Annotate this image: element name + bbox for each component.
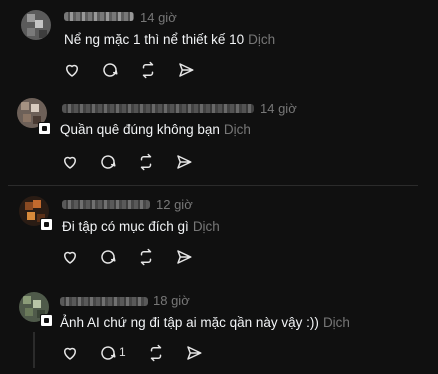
- translate-link[interactable]: Dịch: [248, 32, 275, 47]
- username[interactable]: [62, 200, 150, 209]
- username[interactable]: [62, 104, 254, 113]
- comment-item: 14 giờ Nể ng mặc 1 thì nể thiết kế 10 Dịc…: [0, 0, 438, 92]
- timestamp: 18 giờ: [153, 293, 190, 308]
- heart-icon[interactable]: [60, 247, 80, 267]
- repost-icon[interactable]: [138, 60, 158, 80]
- verified-badge: [40, 314, 53, 327]
- verified-badge: [40, 218, 53, 231]
- comment-text: Quần quê đúng không bạn Dịch: [60, 122, 251, 137]
- comment-icon[interactable]: [100, 60, 120, 80]
- comment-item: 12 giờ Đi tập có mục đích gì Dịch: [0, 186, 438, 286]
- timestamp: 14 giờ: [260, 101, 297, 116]
- timestamp: 14 giờ: [140, 10, 177, 25]
- translate-link[interactable]: Dịch: [323, 315, 350, 330]
- username[interactable]: [60, 297, 148, 306]
- username[interactable]: [64, 12, 134, 21]
- verified-badge: [38, 122, 51, 135]
- repost-icon[interactable]: [136, 152, 156, 172]
- timestamp: 12 giờ: [156, 197, 193, 212]
- heart-icon[interactable]: [60, 152, 80, 172]
- share-icon[interactable]: [184, 343, 204, 363]
- share-icon[interactable]: [174, 152, 194, 172]
- comment-text: Nể ng mặc 1 thì nể thiết kế 10 Dịch: [64, 32, 276, 47]
- comment-item: 14 giờ Quần quê đúng không bạn Dịch: [0, 92, 438, 184]
- share-icon[interactable]: [176, 60, 196, 80]
- reply-count: 1: [119, 345, 126, 359]
- comment-text: Đi tập có mục đích gì Dịch: [62, 219, 220, 234]
- heart-icon[interactable]: [62, 60, 82, 80]
- comment-item: 18 giờ Ảnh AI chứ ng đi tập ai mặc qần n…: [0, 286, 438, 374]
- thread-line: [33, 332, 35, 368]
- comment-icon[interactable]: [98, 152, 118, 172]
- heart-icon[interactable]: [60, 343, 80, 363]
- translate-link[interactable]: Dịch: [224, 122, 251, 137]
- repost-icon[interactable]: [136, 247, 156, 267]
- share-icon[interactable]: [174, 247, 194, 267]
- comment-text: Ảnh AI chứ ng đi tập ai mặc qần này vậy …: [60, 315, 350, 330]
- comment-icon[interactable]: [98, 247, 118, 267]
- translate-link[interactable]: Dịch: [193, 219, 220, 234]
- repost-icon[interactable]: [146, 343, 166, 363]
- comment-icon[interactable]: [98, 343, 118, 363]
- avatar[interactable]: [21, 10, 51, 40]
